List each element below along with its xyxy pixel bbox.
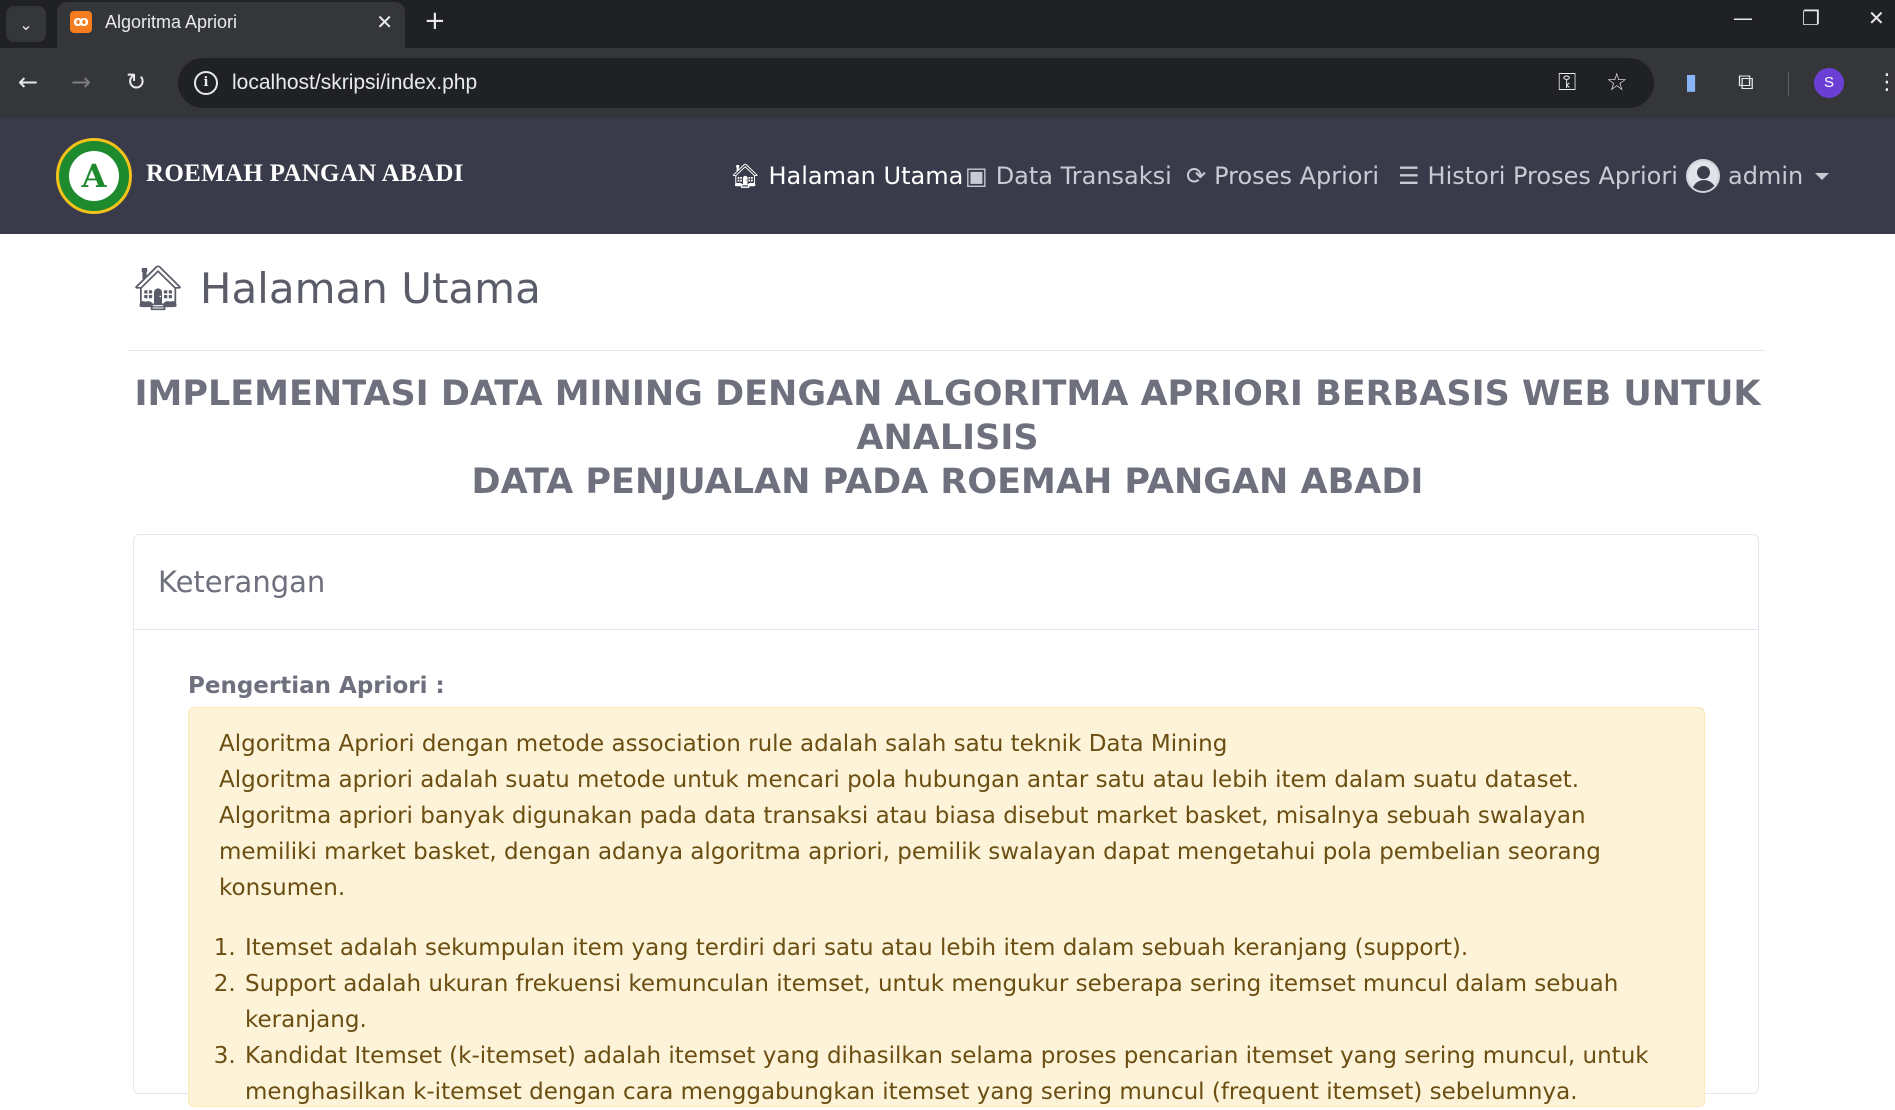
nav-menu: ☰ Histori Proses Apriori [1398,156,1678,196]
nav-menu: ⟳ Proses Apriori [1186,156,1379,196]
password-key-icon[interactable]: ⚿ [1558,68,1576,96]
coins-icon: ☰ [1398,162,1420,190]
caret-down-icon [1815,172,1830,180]
profile-avatar[interactable]: S [1814,68,1844,98]
browser-tab[interactable]: ꝏ Algoritma Apriori ✕ [57,2,405,48]
nav-label: Proses Apriori [1214,162,1379,190]
nav-item-histori-proses-apriori[interactable]: ☰ Histori Proses Apriori [1398,162,1678,190]
kebab-menu-icon[interactable]: ⋮ [1876,70,1895,95]
divider [128,350,1765,351]
logo-letter-a-icon: A [69,151,119,201]
intro-line1: Algoritma Apriori dengan metode associat… [219,731,1228,757]
money-icon: ▣ [965,162,988,190]
definition-list: Itemset adalah sekumpulan item yang terd… [219,930,1674,1110]
brand-name[interactable]: ROEMAH PANGAN ABADI [146,160,464,188]
forward-icon[interactable]: → [71,68,91,96]
page-heading-text: Halaman Utama [199,263,541,313]
list-item: Support adalah ukuran frekuensi kemuncul… [243,966,1674,1038]
list-item: Kandidat Itemset (k-itemset) adalah item… [243,1038,1674,1110]
user-menu: admin [1686,156,1830,196]
minimize-icon[interactable]: — [1733,6,1753,30]
browser-toolbar: ← → ↻ i localhost/skripsi/index.php ⚿ ☆ … [0,48,1895,118]
toolbar-divider [1788,72,1789,96]
close-icon[interactable]: ✕ [376,10,393,34]
address-bar[interactable]: i localhost/skripsi/index.php ⚿ ☆ [178,58,1654,108]
card-header: Keterangan [134,535,1758,630]
info-alert: Algoritma Apriori dengan metode associat… [188,707,1705,1107]
intro-line2: Algoritma apriori adalah suatu metode un… [219,767,1601,901]
xampp-icon: ꝏ [70,11,92,33]
user-avatar-icon [1686,159,1720,193]
refresh-icon: ⟳ [1186,162,1207,190]
page-title: 🏠︎ Halaman Utama [130,262,541,314]
list-item: Itemset adalah sekumpulan item yang terd… [243,930,1674,966]
site-info-icon[interactable]: i [194,71,218,95]
main-title-line1: IMPLEMENTASI DATA MINING DENGAN ALGORITM… [134,374,1761,458]
user-dropdown[interactable]: admin [1686,159,1830,193]
extensions-icon[interactable]: ⧉ [1738,70,1754,95]
new-tab-button[interactable]: + [424,6,446,36]
chevron-down-icon: ⌄ [19,14,33,34]
back-icon[interactable]: ← [18,68,38,96]
reload-icon[interactable]: ↻ [126,68,146,96]
nav-label: Histori Proses Apriori [1427,162,1678,190]
nav-menu: ▣ Data Transaksi [965,156,1172,196]
info-card: Keterangan Pengertian Apriori : Algoritm… [133,534,1759,1107]
main-title-line2: DATA PENJUALAN PADA ROEMAH PANGAN ABADI [471,462,1424,502]
tab-title: Algoritma Apriori [105,12,238,32]
brand-logo[interactable]: A [56,138,132,214]
close-window-icon[interactable]: ✕ [1868,6,1885,30]
nav-item-data-transaksi[interactable]: ▣ Data Transaksi [965,162,1172,190]
nav-item-proses-apriori[interactable]: ⟳ Proses Apriori [1186,162,1379,190]
restore-icon[interactable]: ❐ [1802,6,1820,30]
app-navbar: A ROEMAH PANGAN ABADI 🏠︎ Halaman Utama ▣… [0,118,1895,234]
bookmark-star-icon[interactable]: ☆ [1606,68,1628,96]
tab-search-button[interactable]: ⌄ [6,6,46,42]
nav-menu: 🏠︎ Halaman Utama [730,156,963,196]
section-label: Pengertian Apriori : [188,673,445,699]
card-body: Pengertian Apriori : Algoritma Apriori d… [188,673,1705,1107]
url-text[interactable]: localhost/skripsi/index.php [232,71,477,95]
nav-item-halaman-utama[interactable]: 🏠︎ Halaman Utama [730,162,963,190]
browser-tab-bar: ⌄ ꝏ Algoritma Apriori ✕ + — ❐ ✕ [0,0,1895,48]
reading-list-icon[interactable]: ▮ [1685,70,1697,95]
user-name: admin [1728,162,1804,190]
card-title: Keterangan [158,565,326,599]
home-icon: 🏠︎ [130,263,186,314]
nav-label: Halaman Utama [768,162,964,190]
main-title: IMPLEMENTASI DATA MINING DENGAN ALGORITM… [100,372,1795,504]
nav-label: Data Transaksi [995,162,1172,190]
home-icon: 🏠︎ [730,162,761,190]
